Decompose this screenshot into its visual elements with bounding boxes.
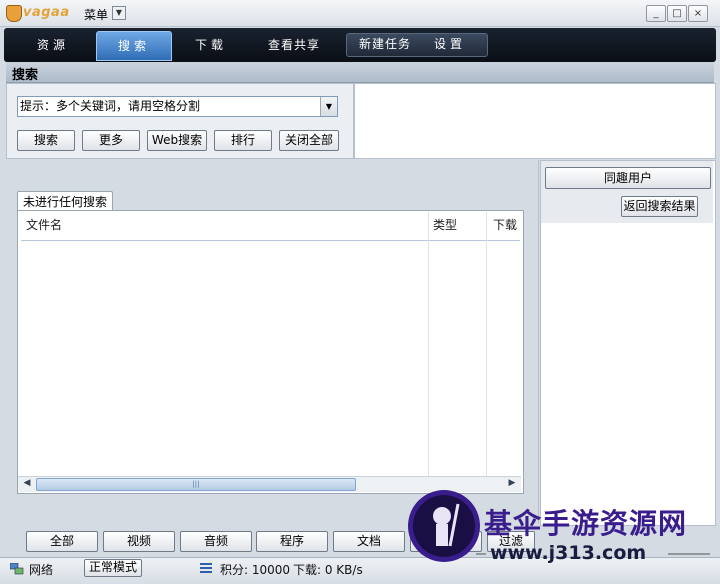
section-title: 搜索	[12, 68, 39, 83]
search-side-panel	[354, 83, 716, 159]
points-display: 积分: 10000	[220, 563, 291, 577]
settings-button[interactable]: 设置	[424, 33, 476, 55]
download-speed: 下载: 0 KB/s	[293, 563, 363, 577]
minimize-button[interactable]: _	[646, 5, 666, 22]
results-list[interactable]	[17, 210, 524, 494]
column-divider	[428, 212, 429, 476]
combo-arrow-icon[interactable]: ▼	[320, 97, 337, 116]
search-button[interactable]: 搜索	[17, 130, 75, 151]
vagaa-logo-icon: vagaa	[6, 4, 69, 22]
similar-users-button[interactable]: 同趣用户	[545, 167, 711, 189]
maximize-button[interactable]: □	[667, 5, 687, 22]
tab-search-results[interactable]: 未进行任何搜索	[17, 191, 113, 212]
search-combo[interactable]: ▼	[17, 96, 338, 117]
back-to-results-button[interactable]: 返回搜索结果	[621, 196, 698, 217]
web-search-button[interactable]: Web搜索	[147, 130, 207, 151]
close-button[interactable]: ×	[688, 5, 708, 22]
watermark-url: www.j313.com	[490, 542, 647, 564]
tab-view-shared[interactable]: 查看共享	[256, 31, 332, 59]
network-status: 网络	[29, 563, 54, 577]
ranking-button[interactable]: 排行	[214, 130, 272, 151]
column-header-filename[interactable]: 文件名	[26, 216, 62, 233]
scroll-thumb[interactable]: |||	[36, 478, 356, 491]
network-icon	[10, 563, 24, 575]
normal-mode-button[interactable]: 正常模式	[84, 559, 142, 577]
site-watermark: 基伞手游资源网 www.j313.com	[400, 488, 720, 583]
search-input[interactable]	[20, 97, 316, 114]
more-button[interactable]: 更多	[82, 130, 140, 151]
new-task-button[interactable]: 新建任务	[352, 33, 418, 55]
column-header-type[interactable]: 类型	[433, 216, 457, 233]
speed-bars-icon	[200, 563, 212, 573]
menu-label[interactable]: 菜单	[84, 6, 108, 23]
filter-program-button[interactable]: 程序	[256, 531, 328, 552]
filter-all-button[interactable]: 全部	[26, 531, 98, 552]
tab-search[interactable]: 搜索	[96, 31, 172, 61]
filter-video-button[interactable]: 视频	[103, 531, 175, 552]
close-all-button[interactable]: 关闭全部	[279, 130, 339, 151]
filter-document-button[interactable]: 文档	[333, 531, 405, 552]
column-divider	[486, 212, 487, 476]
filter-audio-button[interactable]: 音频	[180, 531, 252, 552]
scroll-left-icon[interactable]: ◀	[20, 477, 34, 490]
section-header	[6, 62, 714, 83]
watermark-title: 基伞手游资源网	[484, 507, 688, 540]
column-header-download[interactable]: 下载	[493, 216, 517, 233]
header-divider	[21, 240, 520, 241]
dropdown-arrow-icon[interactable]: ▼	[112, 6, 126, 20]
tab-download[interactable]: 下载	[174, 31, 248, 59]
logo-text: vagaa	[23, 5, 70, 20]
tab-resources[interactable]: 资源	[12, 31, 94, 59]
